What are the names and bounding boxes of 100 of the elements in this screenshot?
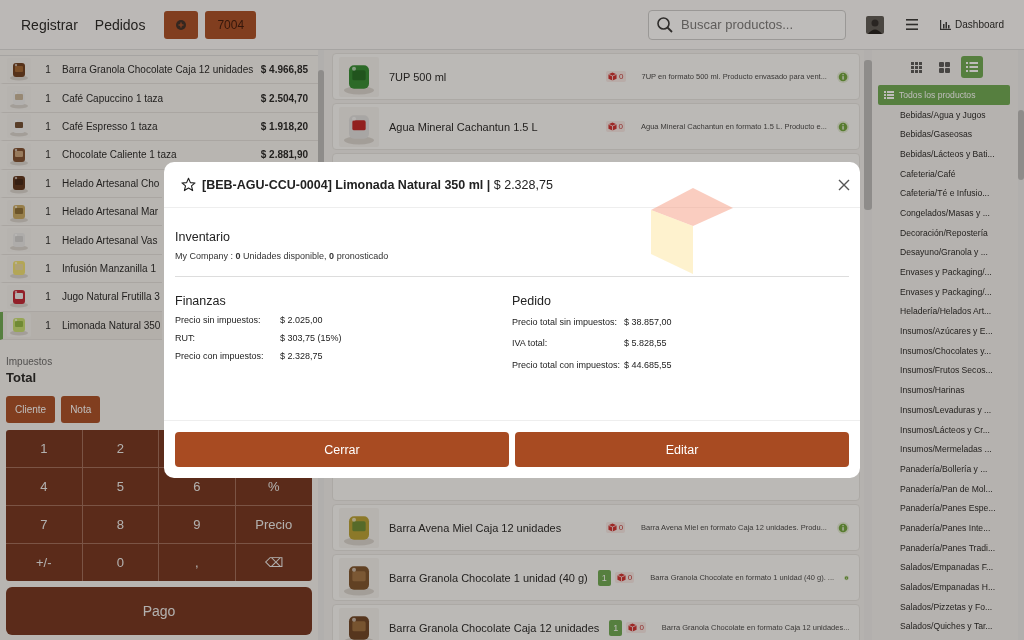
numpad-key[interactable]: 7 bbox=[6, 506, 83, 543]
line-quantity: 1 bbox=[44, 120, 52, 132]
line-name: Barra Granola Chocolate Caja 12 unidades bbox=[62, 64, 255, 76]
category-item[interactable]: Panadería/Panes Espe... bbox=[878, 498, 1010, 519]
category-item[interactable]: Panadería/Pan de Mol... bbox=[878, 478, 1010, 499]
finance-heading: Finanzas bbox=[175, 294, 227, 308]
numpad-key[interactable]: 1 bbox=[6, 430, 83, 467]
new-order-button[interactable] bbox=[164, 10, 199, 39]
category-item[interactable]: Insumos/Azúcares y E... bbox=[878, 321, 1010, 341]
pay-button[interactable]: Pago bbox=[6, 587, 312, 635]
category-item[interactable]: Insumos/Chocolates y... bbox=[878, 340, 1010, 361]
numpad-key[interactable]: 0 bbox=[82, 544, 159, 581]
order-line[interactable]: 1 Helado Artesanal Cho bbox=[0, 169, 162, 198]
category-item[interactable]: Insumos/Harinas bbox=[878, 380, 1010, 400]
avatar[interactable] bbox=[866, 15, 885, 34]
grid-icon bbox=[910, 61, 922, 73]
box-icon bbox=[628, 623, 638, 632]
star-icon[interactable] bbox=[181, 177, 196, 192]
category-item[interactable]: Panadería/Panes Tradi... bbox=[878, 537, 1010, 558]
numpad-key[interactable]: +/- bbox=[6, 544, 83, 581]
category-item[interactable]: Decoración/Repostería bbox=[878, 222, 1010, 243]
dialog-button[interactable]: Editar bbox=[515, 432, 849, 467]
category-item[interactable]: Insumos/Lácteos y Cr... bbox=[878, 419, 1010, 440]
line-name: Jugo Natural Frutilla 3 bbox=[62, 291, 161, 303]
action-button[interactable]: Cliente bbox=[6, 396, 56, 423]
dashboard-link[interactable]: Dashboard bbox=[940, 19, 1004, 30]
info-icon[interactable] bbox=[836, 520, 849, 535]
numpad-key[interactable]: , bbox=[159, 544, 236, 581]
field-value: $ 2.328,75 bbox=[280, 351, 323, 361]
close-icon[interactable] bbox=[838, 178, 850, 191]
dialog-title: [BEB-AGU-CCU-0004] Limonada Natural 350 ml | $ 2.328,75 bbox=[202, 177, 553, 192]
product-name: Barra Granola Chocolate 1 unidad (40 g) bbox=[389, 571, 588, 584]
stock-count: 0 bbox=[627, 573, 633, 582]
nav-link[interactable]: Registrar bbox=[21, 16, 78, 33]
menu-icon[interactable] bbox=[906, 19, 919, 30]
numpad-key[interactable]: ⌫ bbox=[235, 544, 312, 581]
search-field[interactable]: Buscar productos... bbox=[648, 9, 847, 40]
field-value: $ 44.685,55 bbox=[624, 358, 672, 372]
order-line[interactable]: 1 Helado Artesanal Mar bbox=[0, 197, 162, 227]
bar-chart-icon bbox=[940, 19, 952, 30]
field-label: RUT: bbox=[175, 333, 196, 343]
category-item[interactable]: Desayuno/Granola y ... bbox=[878, 242, 1010, 263]
category-item[interactable]: Cafeteria/Té e Infusio... bbox=[878, 183, 1010, 204]
category-item[interactable]: Insumos/Mermeladas ... bbox=[878, 439, 1010, 460]
order-line[interactable]: 1 Infusión Manzanilla 1 bbox=[0, 254, 162, 284]
category-item[interactable]: Congelados/Masas y ... bbox=[878, 203, 1010, 223]
order-line[interactable]: 1 Café Capuccino 1 taza $ 2.504,70 bbox=[0, 84, 318, 113]
info-icon[interactable] bbox=[836, 119, 849, 134]
order-heading: Pedido bbox=[512, 294, 552, 308]
stock-count: 0 bbox=[639, 623, 644, 632]
info-icon[interactable] bbox=[836, 69, 849, 84]
category-item[interactable]: Salados/Empanadas H... bbox=[878, 577, 1010, 597]
line-name: Limonada Natural 350 bbox=[62, 319, 162, 331]
line-name: Café Espresso 1 taza bbox=[62, 120, 159, 132]
order-line[interactable]: 1 Jugo Natural Frutilla 3 bbox=[0, 283, 162, 312]
category-item[interactable]: Salados/Quiches y Tar... bbox=[878, 616, 1010, 637]
order-line[interactable]: 1 Barra Granola Chocolate Caja 12 unidades $ 4.966,85 bbox=[0, 56, 318, 85]
cube-icon bbox=[651, 188, 733, 274]
cart-quantity-badge: 1 bbox=[609, 619, 623, 636]
category-item[interactable]: Insumos/Frutos Secos... bbox=[878, 360, 1010, 381]
box-icon bbox=[607, 523, 617, 532]
category-item[interactable]: Insumos/Levaduras y ... bbox=[878, 400, 1010, 420]
nav-link[interactable]: Pedidos bbox=[94, 16, 146, 33]
line-quantity: 1 bbox=[44, 177, 52, 189]
line-quantity: 1 bbox=[44, 206, 52, 218]
list-view-button[interactable] bbox=[961, 56, 983, 78]
box-icon bbox=[616, 573, 626, 582]
category-item[interactable]: Envases y Packaging/... bbox=[878, 281, 1010, 302]
category-item[interactable]: Bebidas/Agua y Jugos bbox=[878, 104, 1010, 125]
category-item[interactable]: Envases y Packaging/... bbox=[878, 262, 1010, 282]
category-item[interactable]: Panadería/Panes Inte... bbox=[878, 518, 1010, 538]
numpad-key[interactable]: 4 bbox=[6, 468, 83, 505]
category-item[interactable]: Cafeteria/Café bbox=[878, 163, 1010, 184]
line-quantity: 1 bbox=[44, 92, 52, 104]
action-button[interactable]: Nota bbox=[61, 396, 101, 423]
category-item[interactable]: Heladería/Helados Art... bbox=[878, 301, 1010, 322]
numpad-key[interactable]: % bbox=[235, 468, 312, 505]
numpad-key[interactable]: 8 bbox=[82, 506, 159, 543]
numpad-key[interactable]: 2 bbox=[82, 430, 159, 467]
numpad-key[interactable]: Precio bbox=[235, 506, 312, 543]
cart-quantity-badge: 1 bbox=[597, 569, 611, 586]
field-label: Precio total con impuestos: bbox=[512, 358, 622, 372]
line-price: $ 4.966,85 bbox=[260, 64, 308, 76]
box-icon bbox=[608, 72, 618, 81]
numpad-key[interactable]: 9 bbox=[159, 506, 236, 543]
order-line[interactable]: 1 Café Espresso 1 taza $ 1.918,20 bbox=[0, 112, 318, 142]
dialog-button[interactable]: Cerrar bbox=[175, 432, 509, 467]
stock-count: 0 bbox=[619, 72, 624, 81]
field-value: $ 2.025,00 bbox=[280, 315, 323, 325]
category-item[interactable]: Salados/Empanadas F... bbox=[878, 557, 1010, 578]
category-item[interactable]: Bebidas/Lácteos y Bati... bbox=[878, 144, 1010, 164]
scrollbar[interactable] bbox=[1018, 50, 1024, 640]
stock-count: 0 bbox=[618, 523, 624, 532]
category-item[interactable]: Salados/Pizzetas y Fo... bbox=[878, 596, 1010, 617]
category-item[interactable]: Bebidas/Gaseosas bbox=[878, 124, 1010, 145]
order-line[interactable]: 1 Helado Artesanal Vas bbox=[0, 226, 162, 255]
category-item[interactable]: Panadería/Bollería y ... bbox=[878, 459, 1010, 479]
list-icon bbox=[884, 90, 894, 99]
numpad-key[interactable]: 5 bbox=[82, 468, 159, 505]
line-quantity: 1 bbox=[44, 291, 52, 303]
